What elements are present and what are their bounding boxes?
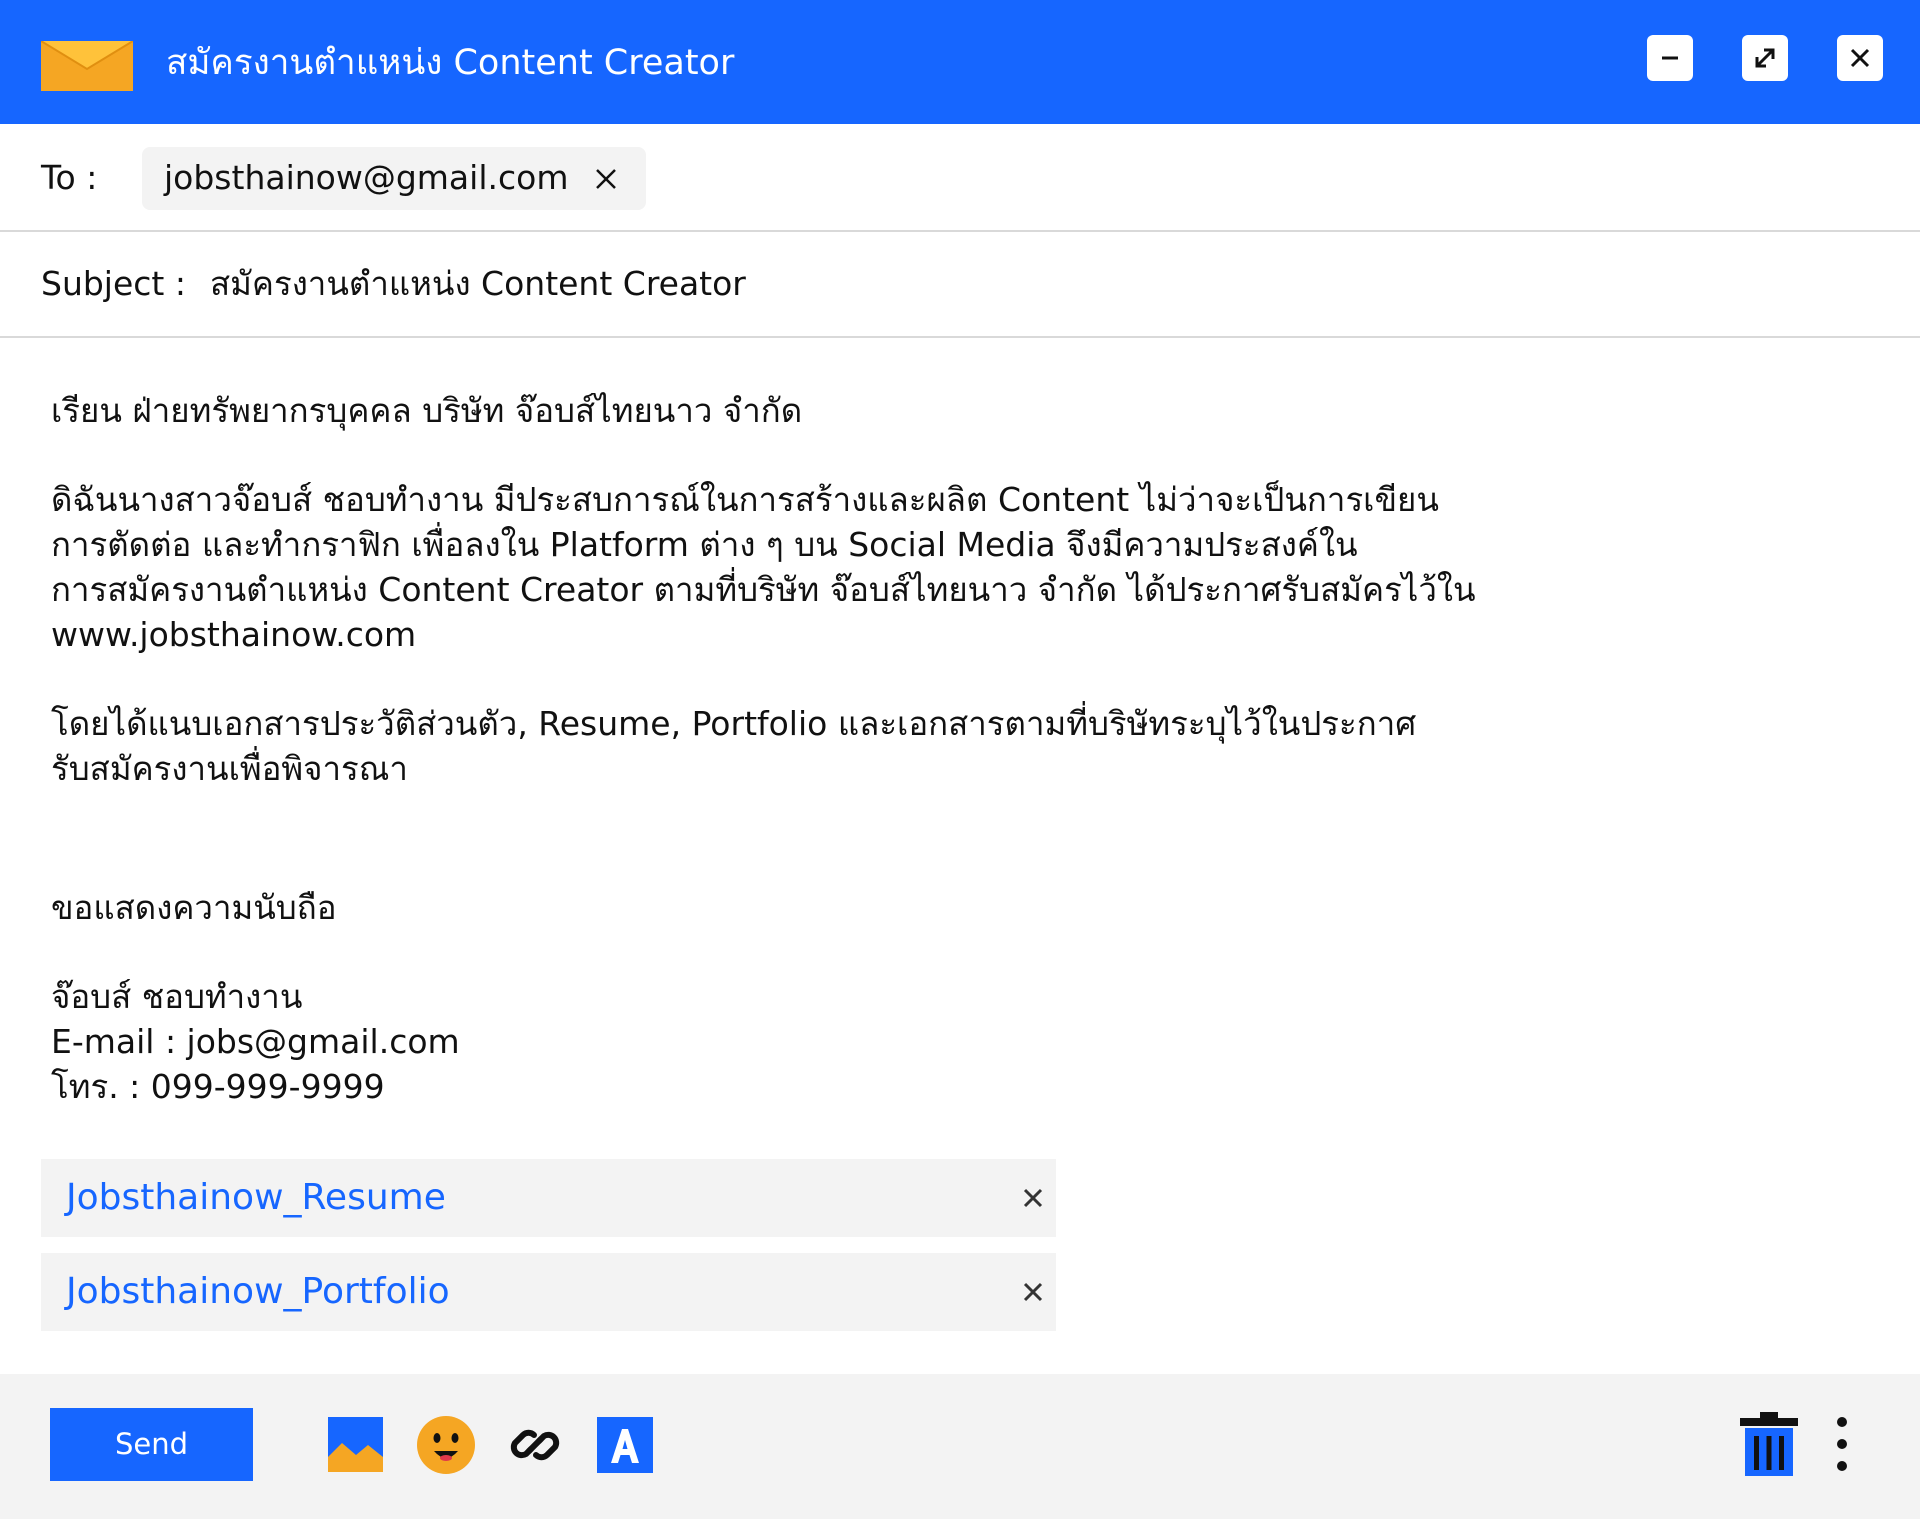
attachment-item[interactable]: Jobsthainow_Resume xyxy=(41,1159,1056,1237)
envelope-icon xyxy=(41,41,133,91)
attachment-item[interactable]: Jobsthainow_Portfolio xyxy=(41,1253,1056,1331)
body-paragraph-2: โดยได้แนบเอกสารประวัติส่วนตัว, Resume, P… xyxy=(51,701,1511,791)
body-line: การตัดต่อ และทำกราฟิก เพื่อลงใน Platform… xyxy=(51,525,1358,564)
maximize-button[interactable] xyxy=(1742,35,1788,81)
send-button[interactable]: Send xyxy=(50,1408,253,1481)
message-body[interactable]: เรียน ฝ่ายทรัพยากรบุคคล บริษัท จ๊อบส์ไทย… xyxy=(51,388,1511,835)
body-line: ดิฉันนางสาวจ๊อบส์ ชอบทำงาน มีประสบการณ์ใ… xyxy=(51,480,1439,519)
subject-label: Subject : xyxy=(41,264,186,303)
body-line: โดยได้แนบเอกสารประวัติส่วนตัว, Resume, P… xyxy=(51,704,1417,743)
title-bar: สมัครงานตำแหน่ง Content Creator xyxy=(0,0,1920,124)
signature-phone: โทร. : 099-999-9999 xyxy=(51,1067,385,1106)
compose-window: สมัครงานตำแหน่ง Content Creator To : job… xyxy=(0,0,1920,1519)
attachment-name[interactable]: Jobsthainow_Portfolio xyxy=(66,1267,450,1317)
body-paragraph-1: ดิฉันนางสาวจ๊อบส์ ชอบทำงาน มีประสบการณ์ใ… xyxy=(51,477,1511,657)
text-format-icon[interactable] xyxy=(597,1417,653,1473)
subject-row: Subject : สมัครงานตำแหน่ง Content Creato… xyxy=(0,232,1920,338)
greeting: เรียน ฝ่ายทรัพยากรบุคคล บริษัท จ๊อบส์ไทย… xyxy=(51,391,803,430)
to-label: To : xyxy=(41,158,98,197)
maximize-icon xyxy=(1755,48,1775,68)
minimize-button[interactable] xyxy=(1647,35,1693,81)
emoji-icon[interactable] xyxy=(416,1415,476,1475)
subject-field[interactable]: สมัครงานตำแหน่ง Content Creator xyxy=(210,260,746,308)
close-icon[interactable] xyxy=(592,165,620,193)
signature: จ๊อบส์ ชอบทำงาน E-mail : jobs@gmail.com … xyxy=(51,974,460,1109)
close-icon xyxy=(1850,48,1870,68)
body-line: www.jobsthainow.com xyxy=(51,615,417,654)
window-title: สมัครงานตำแหน่ง Content Creator xyxy=(166,43,735,83)
to-row: To : jobsthainow@gmail.com xyxy=(0,124,1920,232)
close-icon[interactable] xyxy=(1021,1280,1045,1304)
trash-icon[interactable] xyxy=(1740,1412,1798,1476)
signature-email: E-mail : jobs@gmail.com xyxy=(51,1022,460,1061)
attachment-name[interactable]: Jobsthainow_Resume xyxy=(66,1173,446,1223)
compose-toolbar: Send xyxy=(0,1374,1920,1519)
minimize-icon xyxy=(1662,56,1678,60)
recipient-email: jobsthainow@gmail.com xyxy=(164,158,569,197)
recipient-chip[interactable]: jobsthainow@gmail.com xyxy=(142,147,646,210)
body-line: รับสมัครงานเพื่อพิจารณา xyxy=(51,749,408,788)
body-line: การสมัครงานตำแหน่ง Content Creator ตามที… xyxy=(51,570,1476,609)
signature-name: จ๊อบส์ ชอบทำงาน xyxy=(51,977,303,1016)
close-window-button[interactable] xyxy=(1837,35,1883,81)
close-icon[interactable] xyxy=(1021,1186,1045,1210)
more-vertical-icon[interactable] xyxy=(1825,1414,1859,1474)
closing-text: ขอแสดงความนับถือ xyxy=(51,888,337,927)
image-icon[interactable] xyxy=(328,1417,383,1472)
link-icon[interactable] xyxy=(505,1415,565,1475)
